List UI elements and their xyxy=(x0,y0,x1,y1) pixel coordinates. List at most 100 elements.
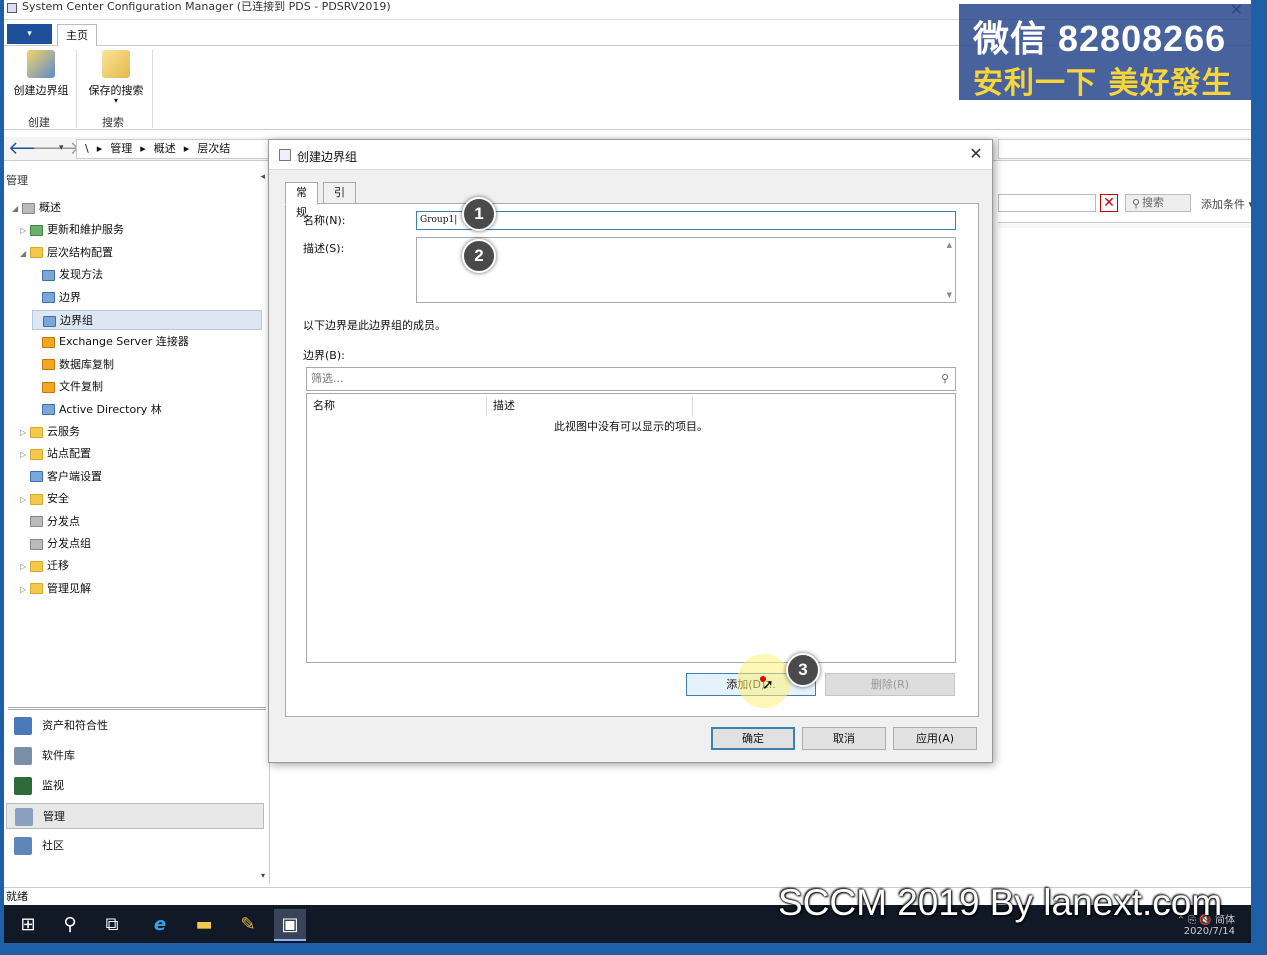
workspace-item[interactable]: 资产和符合性 xyxy=(6,713,264,739)
create-boundary-group-dialog: 创建边界组 ✕ 常规 引用 名称(N): Group1| 描述(S): ▲ ▼ … xyxy=(268,139,993,763)
create-boundary-group-icon xyxy=(27,50,55,78)
tree-item[interactable]: ▷ 安全 xyxy=(20,489,69,509)
dialog-close-button[interactable]: ✕ xyxy=(966,144,986,163)
folder-icon xyxy=(30,493,43,505)
filter-input[interactable]: 筛选... ⚲ xyxy=(306,367,956,391)
tree-item[interactable]: ▷ 迁移 xyxy=(20,556,69,576)
tree-item[interactable]: 分发点组 xyxy=(20,534,91,554)
distribution-point-icon xyxy=(30,516,43,528)
workspace-label: 社区 xyxy=(42,839,64,852)
name-input[interactable]: Group1| xyxy=(416,211,956,230)
wechat-line1: 微信 82808266 xyxy=(973,18,1227,59)
search-button[interactable]: ⚲ 搜索 xyxy=(1125,194,1191,212)
tree-item[interactable]: 客户端设置 xyxy=(20,467,102,487)
chevron-down-icon[interactable]: ▾ xyxy=(261,871,265,880)
tree-item[interactable]: 数据库复制 xyxy=(32,355,114,375)
cancel-button[interactable]: 取消 xyxy=(802,727,886,750)
software-library-icon xyxy=(14,747,32,765)
tree-item[interactable]: 发现方法 xyxy=(32,265,103,285)
expand-toggle-icon[interactable]: ▷ xyxy=(20,221,30,241)
search-input[interactable] xyxy=(998,194,1096,212)
collapse-icon[interactable]: ◂ xyxy=(260,172,265,182)
tree-item[interactable]: ▷ 站点配置 xyxy=(20,444,91,464)
scroll-down-icon[interactable]: ▼ xyxy=(947,291,952,299)
workspace-item[interactable]: 社区 xyxy=(6,833,264,859)
tree-item[interactable]: Exchange Server 连接器 xyxy=(32,332,189,352)
workspace-splitter[interactable] xyxy=(8,707,266,710)
column-header-name[interactable]: 名称 xyxy=(307,396,487,416)
search-icon: ⚲ xyxy=(940,372,949,385)
boundary-group-icon xyxy=(43,315,56,327)
tree-item[interactable]: 文件复制 xyxy=(32,377,103,397)
callout-2: 2 xyxy=(462,239,496,273)
saved-searches-button[interactable]: 保存的搜索 ▾ xyxy=(84,50,148,105)
window-title: System Center Configuration Manager (已连接… xyxy=(22,0,391,13)
search-icon[interactable]: ⚲ xyxy=(54,909,86,941)
internet-explorer-icon[interactable]: e xyxy=(144,909,176,941)
tab-home[interactable]: 主页 xyxy=(57,24,97,47)
server-manager-icon[interactable]: ✎ xyxy=(232,909,264,941)
tree-item[interactable]: ◢ 概述 xyxy=(12,198,61,218)
tree-item[interactable]: ▷ 管理见解 xyxy=(20,579,91,599)
expand-toggle-icon[interactable]: ▷ xyxy=(20,490,30,510)
general-tab-panel: 名称(N): Group1| 描述(S): ▲ ▼ 以下边界是此边界组的成员。 … xyxy=(285,203,979,717)
tree-item-label: 站点配置 xyxy=(47,447,91,461)
client-settings-icon xyxy=(30,471,43,483)
remove-boundary-button[interactable]: 删除(R) xyxy=(825,673,955,696)
tree-item-label: 管理见解 xyxy=(47,581,91,595)
expand-toggle-icon[interactable]: ▷ xyxy=(20,423,30,443)
name-label: 名称(N): xyxy=(303,214,346,227)
tree-item-label: 分发点 xyxy=(47,514,80,528)
expand-toggle-icon[interactable]: ▷ xyxy=(20,445,30,465)
expand-toggle-icon[interactable]: ◢ xyxy=(12,199,22,219)
database-icon xyxy=(42,359,55,371)
boundaries-list[interactable]: 名称 描述 此视图中没有可以显示的项目。 xyxy=(306,393,956,663)
expand-toggle-icon[interactable]: ▷ xyxy=(20,580,30,600)
tree-item[interactable]: Active Directory 林 xyxy=(32,400,162,420)
configuration-manager-console-icon[interactable]: ▣ xyxy=(274,909,306,941)
file-explorer-icon[interactable]: ▬ xyxy=(188,909,220,941)
apply-button[interactable]: 应用(A) xyxy=(893,727,977,750)
wechat-line2: 安利一下 美好發生 xyxy=(973,66,1233,101)
tab-references[interactable]: 引用 xyxy=(323,182,356,219)
folder-icon xyxy=(30,448,43,460)
tree-item[interactable]: 边界组 xyxy=(32,310,262,330)
tree-item[interactable]: ◢ 层次结构配置 xyxy=(20,243,113,263)
folder-icon xyxy=(30,247,43,259)
task-view-icon[interactable]: ⧉ xyxy=(96,909,128,941)
tree-item[interactable]: 边界 xyxy=(32,288,81,308)
forward-arrow-icon[interactable]: 🡒 xyxy=(32,138,80,159)
workspace-item[interactable]: 监视 xyxy=(6,773,264,799)
tree-item[interactable]: ▷ 云服务 xyxy=(20,422,80,442)
expand-toggle-icon[interactable]: ◢ xyxy=(20,244,30,264)
tab-general[interactable]: 常规 xyxy=(285,182,318,219)
tree-item[interactable]: 分发点 xyxy=(20,512,80,532)
breadcrumb-root[interactable]: \ xyxy=(85,142,89,155)
callout-3: 3 xyxy=(786,653,820,687)
members-text: 以下边界是此边界组的成员。 xyxy=(303,319,446,332)
workspace-item[interactable]: 管理 xyxy=(6,803,264,829)
add-criteria-button[interactable]: 添加条件 ▾ xyxy=(1201,196,1251,212)
breadcrumb-hierarchy[interactable]: 层次结 xyxy=(197,142,230,155)
tree-item[interactable]: ▷ 更新和維护服务 xyxy=(20,220,124,240)
watermark: SCCM 2019 By lanext.com xyxy=(778,882,1223,923)
scroll-up-icon[interactable]: ▲ xyxy=(947,241,952,249)
breadcrumb-overview[interactable]: 概述 xyxy=(154,142,176,155)
expand-toggle-icon[interactable]: ▷ xyxy=(20,557,30,577)
breadcrumb-administration[interactable]: 管理 xyxy=(110,142,132,155)
description-input[interactable]: ▲ ▼ xyxy=(416,237,956,303)
workspace-item[interactable]: 软件库 xyxy=(6,743,264,769)
file-menu-button[interactable]: ▾ xyxy=(7,24,52,44)
tree-item-label: Exchange Server 连接器 xyxy=(59,335,189,349)
breadcrumb[interactable]: \ ▸ 管理 ▸ 概述 ▸ 层次结 xyxy=(76,139,276,159)
windows-start-icon[interactable]: ⊞ xyxy=(12,909,44,941)
administration-icon xyxy=(15,808,33,826)
column-header-description[interactable]: 描述 xyxy=(487,396,693,416)
tree-item-label: 层次结构配置 xyxy=(47,245,113,259)
clear-search-icon[interactable]: ✕ xyxy=(1100,194,1118,212)
create-boundary-group-button[interactable]: 创建边界组 xyxy=(10,50,72,98)
ok-button[interactable]: 确定 xyxy=(711,727,795,750)
history-dropdown-icon[interactable]: ▾ xyxy=(59,143,64,153)
exchange-icon xyxy=(42,336,55,348)
search-button-label: 搜索 xyxy=(1142,196,1164,209)
